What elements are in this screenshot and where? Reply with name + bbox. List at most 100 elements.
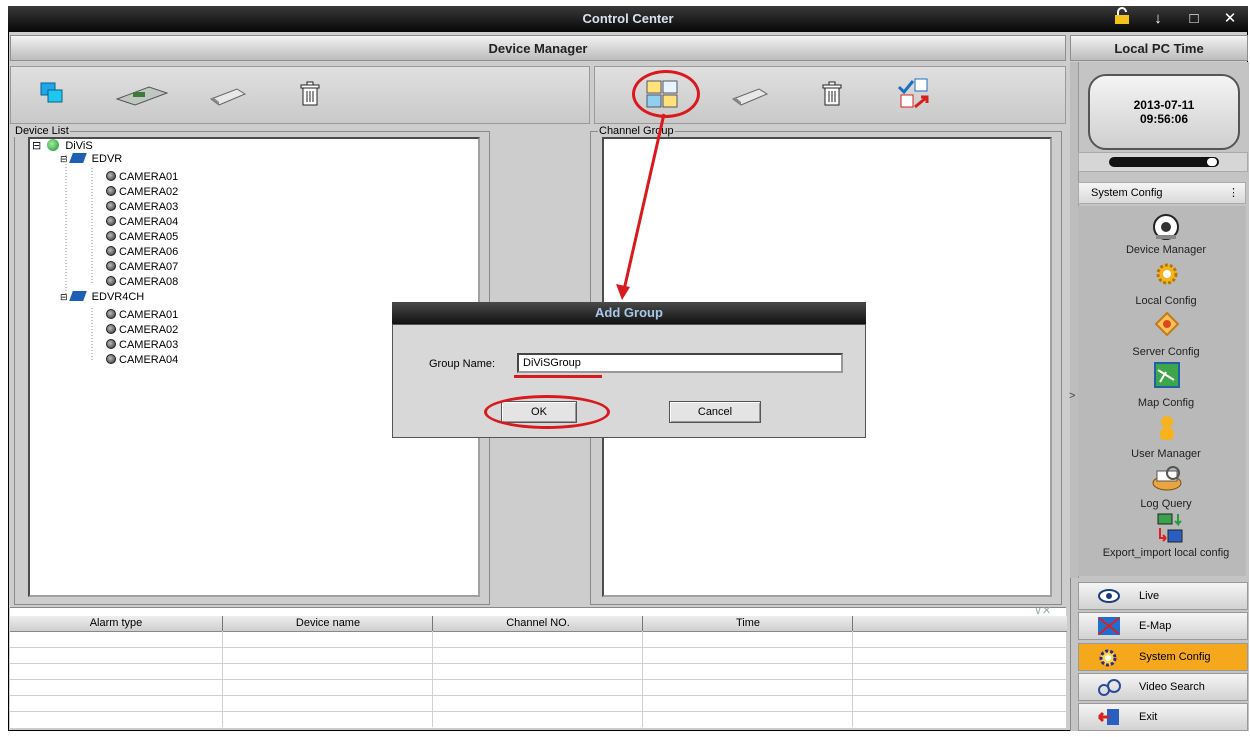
tree-camera[interactable]: CAMERA04	[106, 216, 178, 229]
camera-label: CAMERA07	[119, 261, 179, 273]
grid-line	[222, 631, 223, 727]
volume-knob[interactable]	[1207, 158, 1217, 166]
column-header[interactable]	[852, 616, 1067, 632]
group-name-input[interactable]	[517, 353, 843, 373]
camera-label: CAMERA03	[119, 201, 179, 213]
nav-label: Video Search	[1139, 681, 1205, 693]
lock-icon[interactable]	[1114, 7, 1130, 31]
camera-label: CAMERA05	[119, 231, 179, 243]
dialog-titlebar[interactable]: Add Group	[392, 302, 866, 324]
section-menu-icon[interactable]: ⋮	[1228, 183, 1239, 203]
tree-camera[interactable]: CAMERA08	[106, 276, 178, 289]
user-icon	[1157, 415, 1177, 444]
camera-label: CAMERA01	[119, 171, 179, 183]
volume-bar	[1078, 152, 1248, 172]
nav-label: Live	[1139, 590, 1160, 602]
device-card-icon[interactable]	[115, 83, 171, 110]
tree-camera[interactable]: CAMERA04	[106, 354, 178, 367]
group-name-label: Group Name:	[429, 358, 496, 370]
remove-group-icon[interactable]	[731, 87, 771, 110]
camera-label: CAMERA02	[119, 186, 179, 198]
annotation-underline	[514, 375, 602, 378]
sidebar-item-label: Device Manager	[1125, 244, 1207, 256]
camera-label: CAMERA04	[119, 354, 179, 366]
tree-camera[interactable]: CAMERA07	[106, 261, 178, 274]
column-header[interactable]: Device name	[222, 616, 433, 632]
section-header[interactable]: System Config ⋮	[1078, 182, 1246, 204]
window-title: Control Center	[582, 11, 674, 26]
clock-time: 09:56:06	[1139, 112, 1189, 126]
tree-camera[interactable]: CAMERA03	[106, 201, 178, 214]
sidebar-item-label: Server Config	[1132, 346, 1200, 358]
sidebar-item-label: User Manager	[1131, 448, 1201, 460]
expand-icon[interactable]: >	[1069, 390, 1075, 402]
device-list-label: Device List	[14, 125, 70, 137]
dialog-title: Add Group	[595, 305, 663, 320]
camera-label: CAMERA08	[119, 276, 179, 288]
export-import-icon	[1154, 512, 1184, 549]
delete-group-icon[interactable]	[821, 81, 843, 110]
nav-exit[interactable]: Exit	[1078, 703, 1248, 731]
server-icon	[1154, 311, 1180, 340]
gear-icon	[1154, 261, 1180, 290]
restore-icon[interactable]: □	[1186, 9, 1202, 29]
annotation-arrow	[616, 113, 666, 300]
nav-emap[interactable]: E-Map	[1078, 612, 1248, 640]
log-icon	[1151, 465, 1183, 496]
column-header[interactable]: Alarm type	[10, 616, 222, 632]
webcam-icon	[1152, 213, 1180, 244]
nav-video-search[interactable]: Video Search	[1078, 673, 1248, 701]
emap-icon	[1097, 616, 1121, 646]
tree-camera[interactable]: CAMERA06	[106, 246, 178, 259]
column-header[interactable]: Time	[642, 616, 853, 632]
camera-label: CAMERA03	[119, 339, 179, 351]
delete-device-icon[interactable]	[299, 81, 321, 110]
exit-icon	[1097, 707, 1121, 737]
nav-label: System Config	[1139, 651, 1211, 663]
nav-live[interactable]: Live	[1078, 582, 1248, 610]
tree-connectors	[65, 155, 93, 360]
minimize-icon[interactable]: ↓	[1150, 9, 1166, 29]
grid-line	[10, 695, 1066, 696]
grid-line	[852, 631, 853, 727]
window-controls: ↓ □ ✕	[1114, 6, 1238, 32]
map-icon	[1154, 362, 1180, 391]
camera-label: CAMERA02	[119, 324, 179, 336]
clock-panel: 2013-07-11 09:56:06	[1088, 74, 1240, 150]
device-toolbar	[10, 66, 590, 124]
camera-label: CAMERA01	[119, 309, 179, 321]
grid-line	[10, 663, 1066, 664]
volume-slider[interactable]	[1109, 157, 1219, 167]
column-header[interactable]: Channel NO.	[432, 616, 643, 632]
local-time-header: Local PC Time	[1070, 35, 1248, 61]
nav-system-config[interactable]: System Config	[1078, 643, 1248, 671]
device-manager-header: Device Manager	[10, 35, 1066, 61]
camera-label: CAMERA04	[119, 216, 179, 228]
annotation-circle	[484, 395, 610, 429]
group-config-icon[interactable]	[897, 77, 931, 112]
nav-label: Exit	[1139, 711, 1158, 723]
window-titlebar: Control Center ↓ □ ✕	[8, 6, 1248, 32]
tree-camera[interactable]: CAMERA05	[106, 231, 178, 244]
add-device-icon[interactable]	[39, 81, 65, 108]
nav-label: E-Map	[1139, 620, 1172, 632]
clock-date: 2013-07-11	[1133, 98, 1195, 112]
annotation-circle	[632, 70, 700, 118]
tree-camera[interactable]: CAMERA02	[106, 324, 178, 337]
grid-line	[10, 711, 1066, 712]
camera-label: CAMERA06	[119, 246, 179, 258]
local-time-title: Local PC Time	[1114, 41, 1204, 56]
tree-camera[interactable]: CAMERA01	[106, 309, 178, 322]
close-icon[interactable]: ✕	[1222, 9, 1238, 29]
sidebar-item-label: Log Query	[1140, 498, 1192, 510]
grid-line	[642, 631, 643, 727]
cancel-button[interactable]: Cancel	[669, 401, 761, 423]
device-manager-title: Device Manager	[488, 41, 588, 56]
sidebar-item-label: Map Config	[1137, 397, 1195, 409]
tree-camera[interactable]: CAMERA02	[106, 186, 178, 199]
tree-camera[interactable]: CAMERA01	[106, 171, 178, 184]
remove-device-icon[interactable]	[209, 87, 249, 110]
section-title: System Config	[1091, 187, 1163, 199]
tree-camera[interactable]: CAMERA03	[106, 339, 178, 352]
eye-icon	[1097, 587, 1121, 615]
